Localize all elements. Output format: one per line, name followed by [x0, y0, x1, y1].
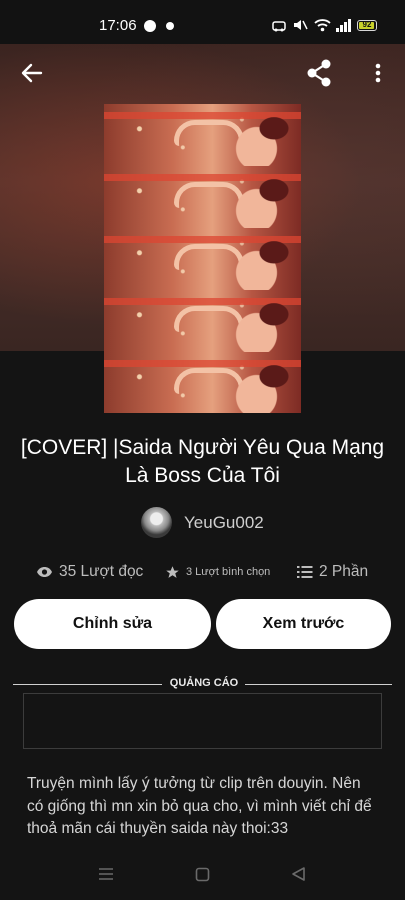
author-avatar[interactable] — [141, 507, 172, 538]
list-icon — [297, 566, 313, 578]
messenger-icon — [144, 20, 156, 32]
parts-stat: 2 Phần — [297, 561, 368, 583]
votes-count: 3 Lượt bình chọn — [186, 566, 271, 578]
share-button[interactable] — [299, 53, 339, 93]
recent-apps-icon[interactable] — [98, 866, 114, 882]
ad-label: QUẢNG CÁO — [169, 677, 239, 689]
reads-count: 35 Lượt đọc — [59, 563, 144, 580]
status-time: 17:06 — [99, 17, 137, 34]
eye-icon — [37, 567, 52, 577]
story-cover-image — [104, 104, 301, 413]
preview-button[interactable]: Xem trước — [216, 599, 391, 649]
arrow-back-icon — [21, 63, 43, 83]
battery-level: 92 — [362, 20, 372, 29]
more-options-button[interactable] — [358, 53, 398, 93]
notification-dot-icon — [166, 22, 174, 30]
signal-icon — [336, 19, 351, 32]
story-title: [COVER] |Saida Người Yêu Qua Mạng Là Bos… — [20, 436, 385, 487]
wifi-icon — [314, 19, 331, 32]
reads-stat: 35 Lượt đọc — [36, 561, 143, 583]
mute-icon — [294, 20, 308, 30]
votes-stat: 3 Lượt bình chọn — [165, 561, 270, 583]
battery-icon: 92 — [357, 20, 377, 31]
author-name[interactable]: YeuGu002 — [184, 513, 264, 533]
share-icon — [307, 59, 331, 87]
ad-divider-left — [13, 684, 162, 685]
parts-count: 2 Phần — [319, 563, 369, 580]
back-button[interactable] — [12, 53, 52, 93]
ad-divider-right — [245, 684, 392, 685]
alarm-icon — [272, 21, 286, 32]
nav-back-icon[interactable] — [291, 866, 306, 882]
story-description: Truyện mình lấy ý tưởng từ clip trên dou… — [27, 775, 372, 837]
star-icon — [166, 565, 179, 578]
edit-button[interactable]: Chỉnh sửa — [14, 599, 211, 649]
more-vert-icon — [375, 63, 381, 83]
ad-slot[interactable] — [23, 693, 382, 749]
home-icon[interactable] — [195, 867, 210, 882]
